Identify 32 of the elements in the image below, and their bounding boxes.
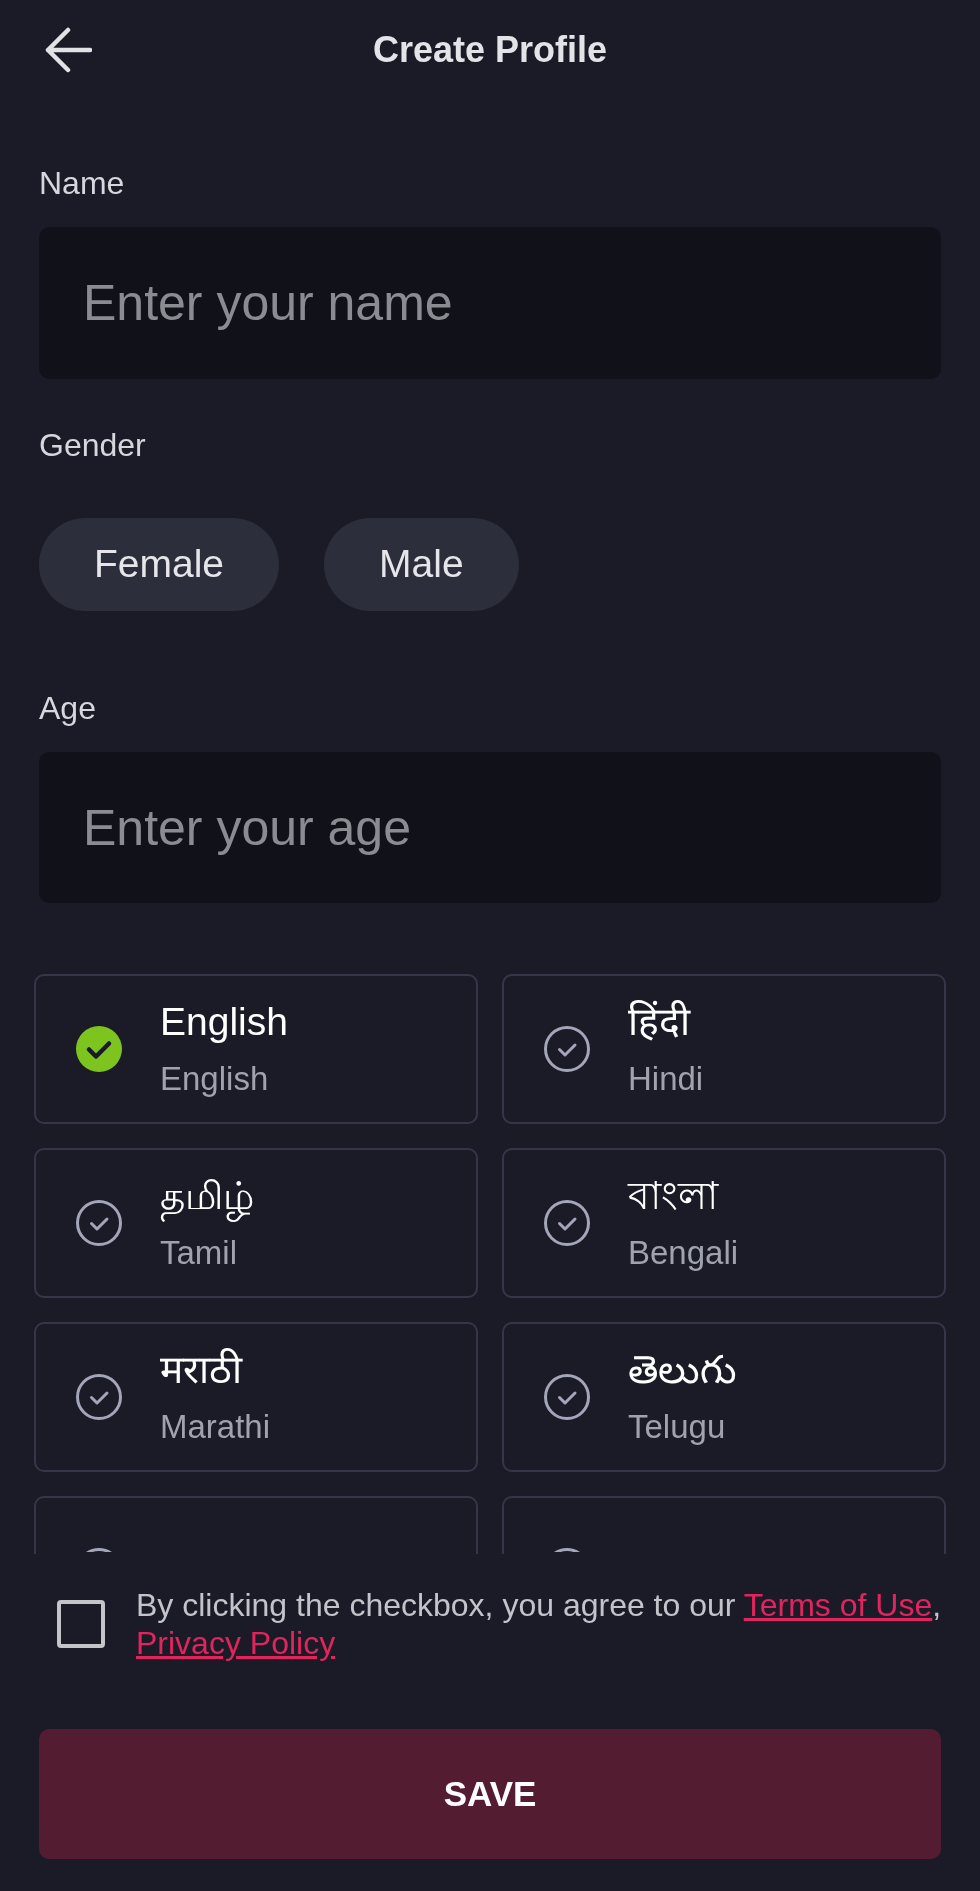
- save-button[interactable]: SAVE: [39, 1729, 941, 1859]
- age-input[interactable]: Enter your age: [39, 752, 941, 903]
- arrow-left-icon: [44, 27, 92, 73]
- language-native-name: हिंदी: [628, 1000, 692, 1044]
- language-name: Marathi: [160, 1407, 271, 1447]
- field-label: Name: [39, 165, 126, 201]
- language-native-name: English: [160, 1000, 288, 1044]
- language-card[interactable]: English English: [34, 974, 478, 1124]
- consent-checkbox[interactable]: [57, 1600, 105, 1648]
- language-name: Telugu: [628, 1407, 727, 1447]
- language-native-name: తెలుగు: [628, 1348, 737, 1392]
- language-card[interactable]: తెలుగు Telugu: [502, 1322, 946, 1472]
- page-title: Create Profile: [372, 29, 608, 71]
- gender-option[interactable]: Male: [324, 518, 519, 611]
- language-name: English: [160, 1059, 270, 1099]
- language-card[interactable]: हिंदी Hindi: [502, 974, 946, 1124]
- language-native-name: বাংলা: [628, 1174, 720, 1218]
- legal-link[interactable]: Privacy Policy: [136, 1625, 336, 1661]
- name-input[interactable]: Enter your name: [39, 227, 941, 379]
- language-name: Bengali: [628, 1233, 739, 1273]
- language-name: Hindi: [628, 1059, 704, 1099]
- field-label: Gender: [39, 427, 147, 463]
- language-name: Tamil: [160, 1233, 238, 1273]
- legal-link[interactable]: Terms of Use: [743, 1587, 933, 1623]
- language-card[interactable]: मराठी Marathi: [34, 1322, 478, 1472]
- consent-text: By clicking the checkbox, you agree to our Terms of Use, Privacy Policy: [136, 1586, 943, 1662]
- field-label: Age: [39, 690, 97, 726]
- language-native-name: मराठी: [160, 1348, 244, 1392]
- back-button[interactable]: [44, 27, 92, 73]
- language-card[interactable]: தமிழ் Tamil: [34, 1148, 478, 1298]
- language-card[interactable]: বাংলা Bengali: [502, 1148, 946, 1298]
- gender-option[interactable]: Female: [39, 518, 280, 611]
